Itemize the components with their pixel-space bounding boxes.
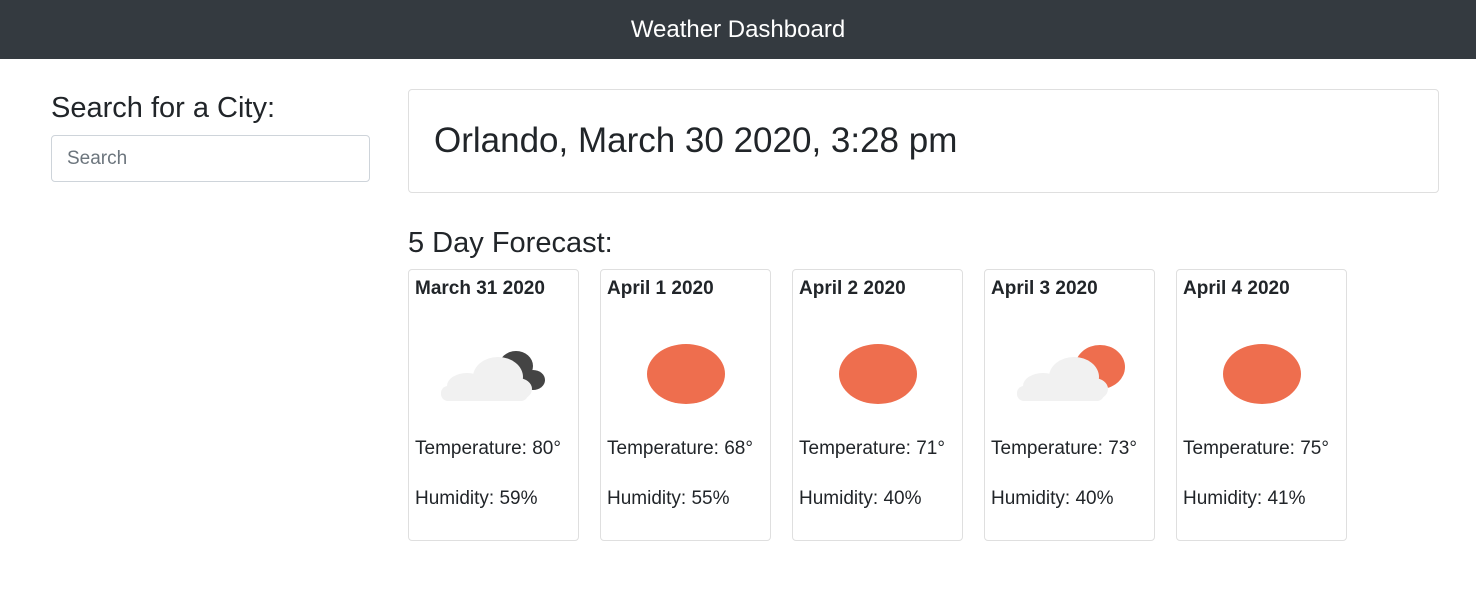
current-weather-card: Orlando, March 30 2020, 3:28 pm	[408, 89, 1439, 193]
forecast-humidity: Humidity: 59%	[415, 488, 538, 509]
cloudy-night-icon	[441, 351, 545, 401]
forecast-humidity: Humidity: 40%	[991, 488, 1114, 509]
search-input[interactable]	[51, 135, 370, 182]
forecast-card: March 31 2020 Temperature: 80° Humidity:…	[408, 269, 579, 541]
forecast-date: April 1 2020	[607, 278, 714, 299]
forecast-temperature: Temperature: 80°	[415, 438, 561, 459]
app-title: Weather Dashboard	[630, 15, 846, 43]
forecast-humidity: Humidity: 41%	[1183, 488, 1306, 509]
forecast-temperature: Temperature: 71°	[799, 438, 945, 459]
forecast-list: March 31 2020 Temperature: 80° Humidity:…	[408, 269, 1347, 541]
forecast-temperature: Temperature: 75°	[1183, 438, 1329, 459]
forecast-temperature: Temperature: 73°	[991, 438, 1137, 459]
forecast-date: April 2 2020	[799, 278, 906, 299]
sun-icon	[839, 344, 917, 404]
forecast-date: March 31 2020	[415, 278, 545, 299]
forecast-date: April 4 2020	[1183, 278, 1290, 299]
forecast-humidity: Humidity: 55%	[607, 488, 730, 509]
sun-icon	[647, 344, 725, 404]
forecast-temperature: Temperature: 68°	[607, 438, 753, 459]
forecast-humidity: Humidity: 40%	[799, 488, 922, 509]
navbar: Weather Dashboard	[0, 0, 1476, 59]
current-weather-title: Orlando, March 30 2020, 3:28 pm	[434, 121, 958, 160]
partly-cloudy-icon	[1017, 345, 1125, 401]
search-heading: Search for a City:	[51, 92, 276, 124]
forecast-card: April 4 2020 Temperature: 75° Humidity: …	[1176, 269, 1347, 541]
sun-icon	[1223, 344, 1301, 404]
search-panel: Search for a City:	[51, 90, 370, 182]
forecast-card: April 2 2020 Temperature: 71° Humidity: …	[792, 269, 963, 541]
forecast-date: April 3 2020	[991, 278, 1098, 299]
forecast-card: April 1 2020 Temperature: 68° Humidity: …	[600, 269, 771, 541]
forecast-heading: 5 Day Forecast:	[408, 227, 613, 259]
forecast-card: April 3 2020 Temperature: 73° Humidity: …	[984, 269, 1155, 541]
